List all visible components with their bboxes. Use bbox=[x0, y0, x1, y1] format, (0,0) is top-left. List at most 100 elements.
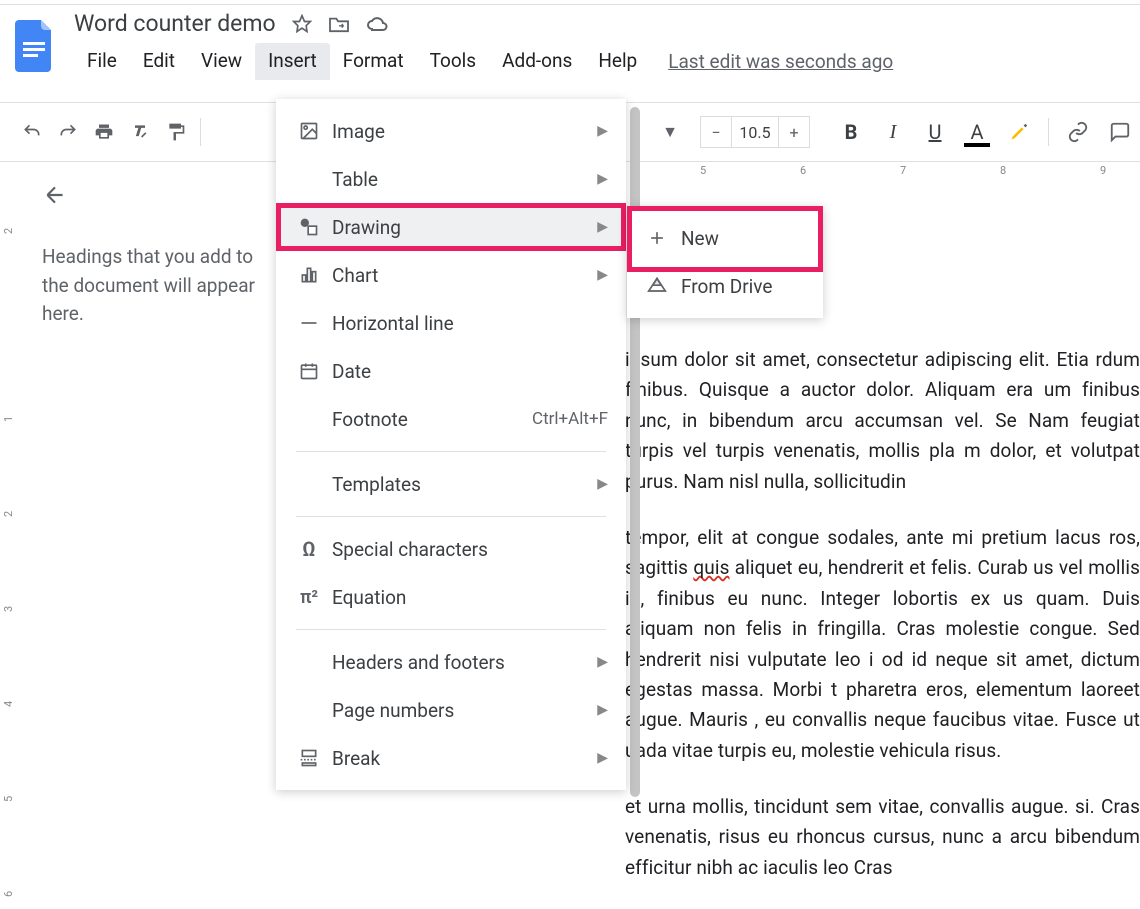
menu-help[interactable]: Help bbox=[585, 43, 650, 80]
menu-label: Date bbox=[332, 360, 371, 383]
vertical-ruler: 2 1 2 3 4 5 6 bbox=[0, 162, 18, 855]
outline-hint: Headings that you add to the document wi… bbox=[42, 243, 278, 329]
submenu-arrow-icon: ▶ bbox=[597, 654, 608, 670]
menu-shortcut: Ctrl+Alt+F bbox=[532, 409, 608, 429]
menu-item-footnote[interactable]: Footnote Ctrl+Alt+F bbox=[276, 395, 626, 443]
plus-icon bbox=[643, 228, 671, 248]
redo-button[interactable] bbox=[50, 114, 86, 150]
menu-divider bbox=[296, 451, 606, 452]
menu-item-equation[interactable]: π² Equation bbox=[276, 573, 626, 621]
last-edit-link[interactable]: Last edit was seconds ago bbox=[668, 50, 893, 73]
menubar: File Edit View Insert Format Tools Add-o… bbox=[74, 43, 893, 80]
font-size-decrease[interactable]: − bbox=[701, 117, 731, 147]
font-size-value[interactable]: 10.5 bbox=[731, 117, 779, 147]
menu-item-date[interactable]: Date bbox=[276, 347, 626, 395]
spell-error[interactable]: quis bbox=[693, 556, 729, 579]
menu-label: Break bbox=[332, 747, 380, 770]
menu-item-image[interactable]: Image ▶ bbox=[276, 107, 626, 155]
menu-label: Drawing bbox=[332, 216, 401, 239]
submenu-item-from-drive[interactable]: From Drive bbox=[627, 262, 823, 310]
menu-item-drawing[interactable]: Drawing ▶ bbox=[276, 203, 626, 251]
submenu-label: New bbox=[681, 227, 719, 250]
date-icon bbox=[294, 361, 324, 381]
menu-tools[interactable]: Tools bbox=[417, 43, 490, 80]
top-border bbox=[0, 4, 1140, 5]
menu-label: Templates bbox=[332, 473, 421, 496]
menu-format[interactable]: Format bbox=[330, 43, 417, 80]
link-button[interactable] bbox=[1059, 115, 1097, 149]
outline-collapse-button[interactable] bbox=[42, 182, 278, 213]
menu-label: Horizontal line bbox=[332, 312, 454, 335]
menu-item-templates[interactable]: Templates ▶ bbox=[276, 460, 626, 508]
doc-title[interactable]: Word counter demo bbox=[74, 10, 276, 37]
submenu-label: From Drive bbox=[681, 275, 772, 298]
paragraph[interactable]: ipsum dolor sit amet, consectetur adipis… bbox=[625, 345, 1140, 497]
submenu-arrow-icon: ▶ bbox=[597, 476, 608, 492]
menu-item-hr[interactable]: Horizontal line bbox=[276, 299, 626, 347]
menu-label: Headers and footers bbox=[332, 651, 505, 674]
title-row: Word counter demo bbox=[74, 10, 893, 37]
menu-divider bbox=[296, 629, 606, 630]
move-icon[interactable] bbox=[328, 15, 350, 33]
insert-dropdown: Image ▶ Table ▶ Drawing ▶ Chart ▶ Horizo… bbox=[276, 99, 626, 790]
menu-view[interactable]: View bbox=[188, 43, 255, 80]
docs-logo[interactable] bbox=[10, 16, 60, 76]
menu-item-table[interactable]: Table ▶ bbox=[276, 155, 626, 203]
italic-button[interactable]: I bbox=[874, 115, 912, 149]
comment-button[interactable] bbox=[1101, 115, 1139, 149]
submenu-arrow-icon: ▶ bbox=[597, 171, 608, 187]
header: Word counter demo File Edit View Insert … bbox=[0, 0, 1140, 80]
submenu-arrow-icon: ▶ bbox=[597, 750, 608, 766]
submenu-item-new[interactable]: New bbox=[627, 214, 823, 262]
document-body[interactable]: ipsum dolor sit amet, consectetur adipis… bbox=[625, 345, 1140, 909]
drawing-submenu: New From Drive bbox=[627, 206, 823, 318]
undo-button[interactable] bbox=[14, 114, 50, 150]
menu-item-chart[interactable]: Chart ▶ bbox=[276, 251, 626, 299]
font-dropdown-caret[interactable]: ▼ bbox=[660, 122, 680, 142]
menu-item-page-numbers[interactable]: Page numbers ▶ bbox=[276, 686, 626, 734]
drawing-icon bbox=[294, 217, 324, 237]
submenu-arrow-icon: ▶ bbox=[597, 123, 608, 139]
print-button[interactable] bbox=[86, 114, 122, 150]
title-area: Word counter demo File Edit View Insert … bbox=[74, 10, 893, 80]
menu-label: Footnote bbox=[332, 408, 408, 431]
drive-icon bbox=[643, 276, 671, 296]
submenu-arrow-icon: ▶ bbox=[597, 219, 608, 235]
toolbar-separator bbox=[1048, 118, 1049, 146]
font-size-control: − 10.5 + bbox=[700, 116, 810, 148]
paragraph[interactable]: et urna mollis, tincidunt sem vitae, con… bbox=[625, 792, 1140, 883]
pi-icon: π² bbox=[294, 587, 324, 608]
bold-button[interactable]: B bbox=[832, 115, 870, 149]
hr-icon bbox=[294, 313, 324, 333]
toolbar-right: ▼ − 10.5 + B I U A bbox=[660, 115, 1139, 149]
menu-addons[interactable]: Add-ons bbox=[489, 43, 585, 80]
menu-item-special-chars[interactable]: Ω Special characters bbox=[276, 525, 626, 573]
menu-label: Image bbox=[332, 120, 385, 143]
submenu-arrow-icon: ▶ bbox=[597, 702, 608, 718]
text-color-button[interactable]: A bbox=[958, 115, 996, 149]
cloud-icon[interactable] bbox=[366, 15, 390, 33]
image-icon bbox=[294, 121, 324, 141]
star-icon[interactable] bbox=[292, 14, 312, 34]
chart-icon bbox=[294, 265, 324, 285]
menu-label: Equation bbox=[332, 586, 406, 609]
toolbar-separator bbox=[200, 118, 201, 146]
menu-insert[interactable]: Insert bbox=[255, 43, 330, 80]
submenu-arrow-icon: ▶ bbox=[597, 267, 608, 283]
menu-label: Special characters bbox=[332, 538, 488, 561]
paint-format-button[interactable] bbox=[158, 114, 194, 150]
menu-edit[interactable]: Edit bbox=[130, 43, 188, 80]
font-size-increase[interactable]: + bbox=[779, 117, 809, 147]
outline-panel: Headings that you add to the document wi… bbox=[18, 162, 278, 855]
menu-item-headers-footers[interactable]: Headers and footers ▶ bbox=[276, 638, 626, 686]
highlight-button[interactable] bbox=[1000, 115, 1038, 149]
underline-button[interactable]: U bbox=[916, 115, 954, 149]
break-icon bbox=[294, 748, 324, 768]
clear-format-button[interactable] bbox=[122, 114, 158, 150]
paragraph[interactable]: tempor, elit at congue sodales, ante mi … bbox=[625, 523, 1140, 766]
menu-item-break[interactable]: Break ▶ bbox=[276, 734, 626, 782]
menu-label: Page numbers bbox=[332, 699, 454, 722]
menu-file[interactable]: File bbox=[74, 43, 130, 80]
text-run: aliquet eu, hendrerit et felis. Curab us… bbox=[625, 556, 1140, 761]
menu-label: Chart bbox=[332, 264, 378, 287]
